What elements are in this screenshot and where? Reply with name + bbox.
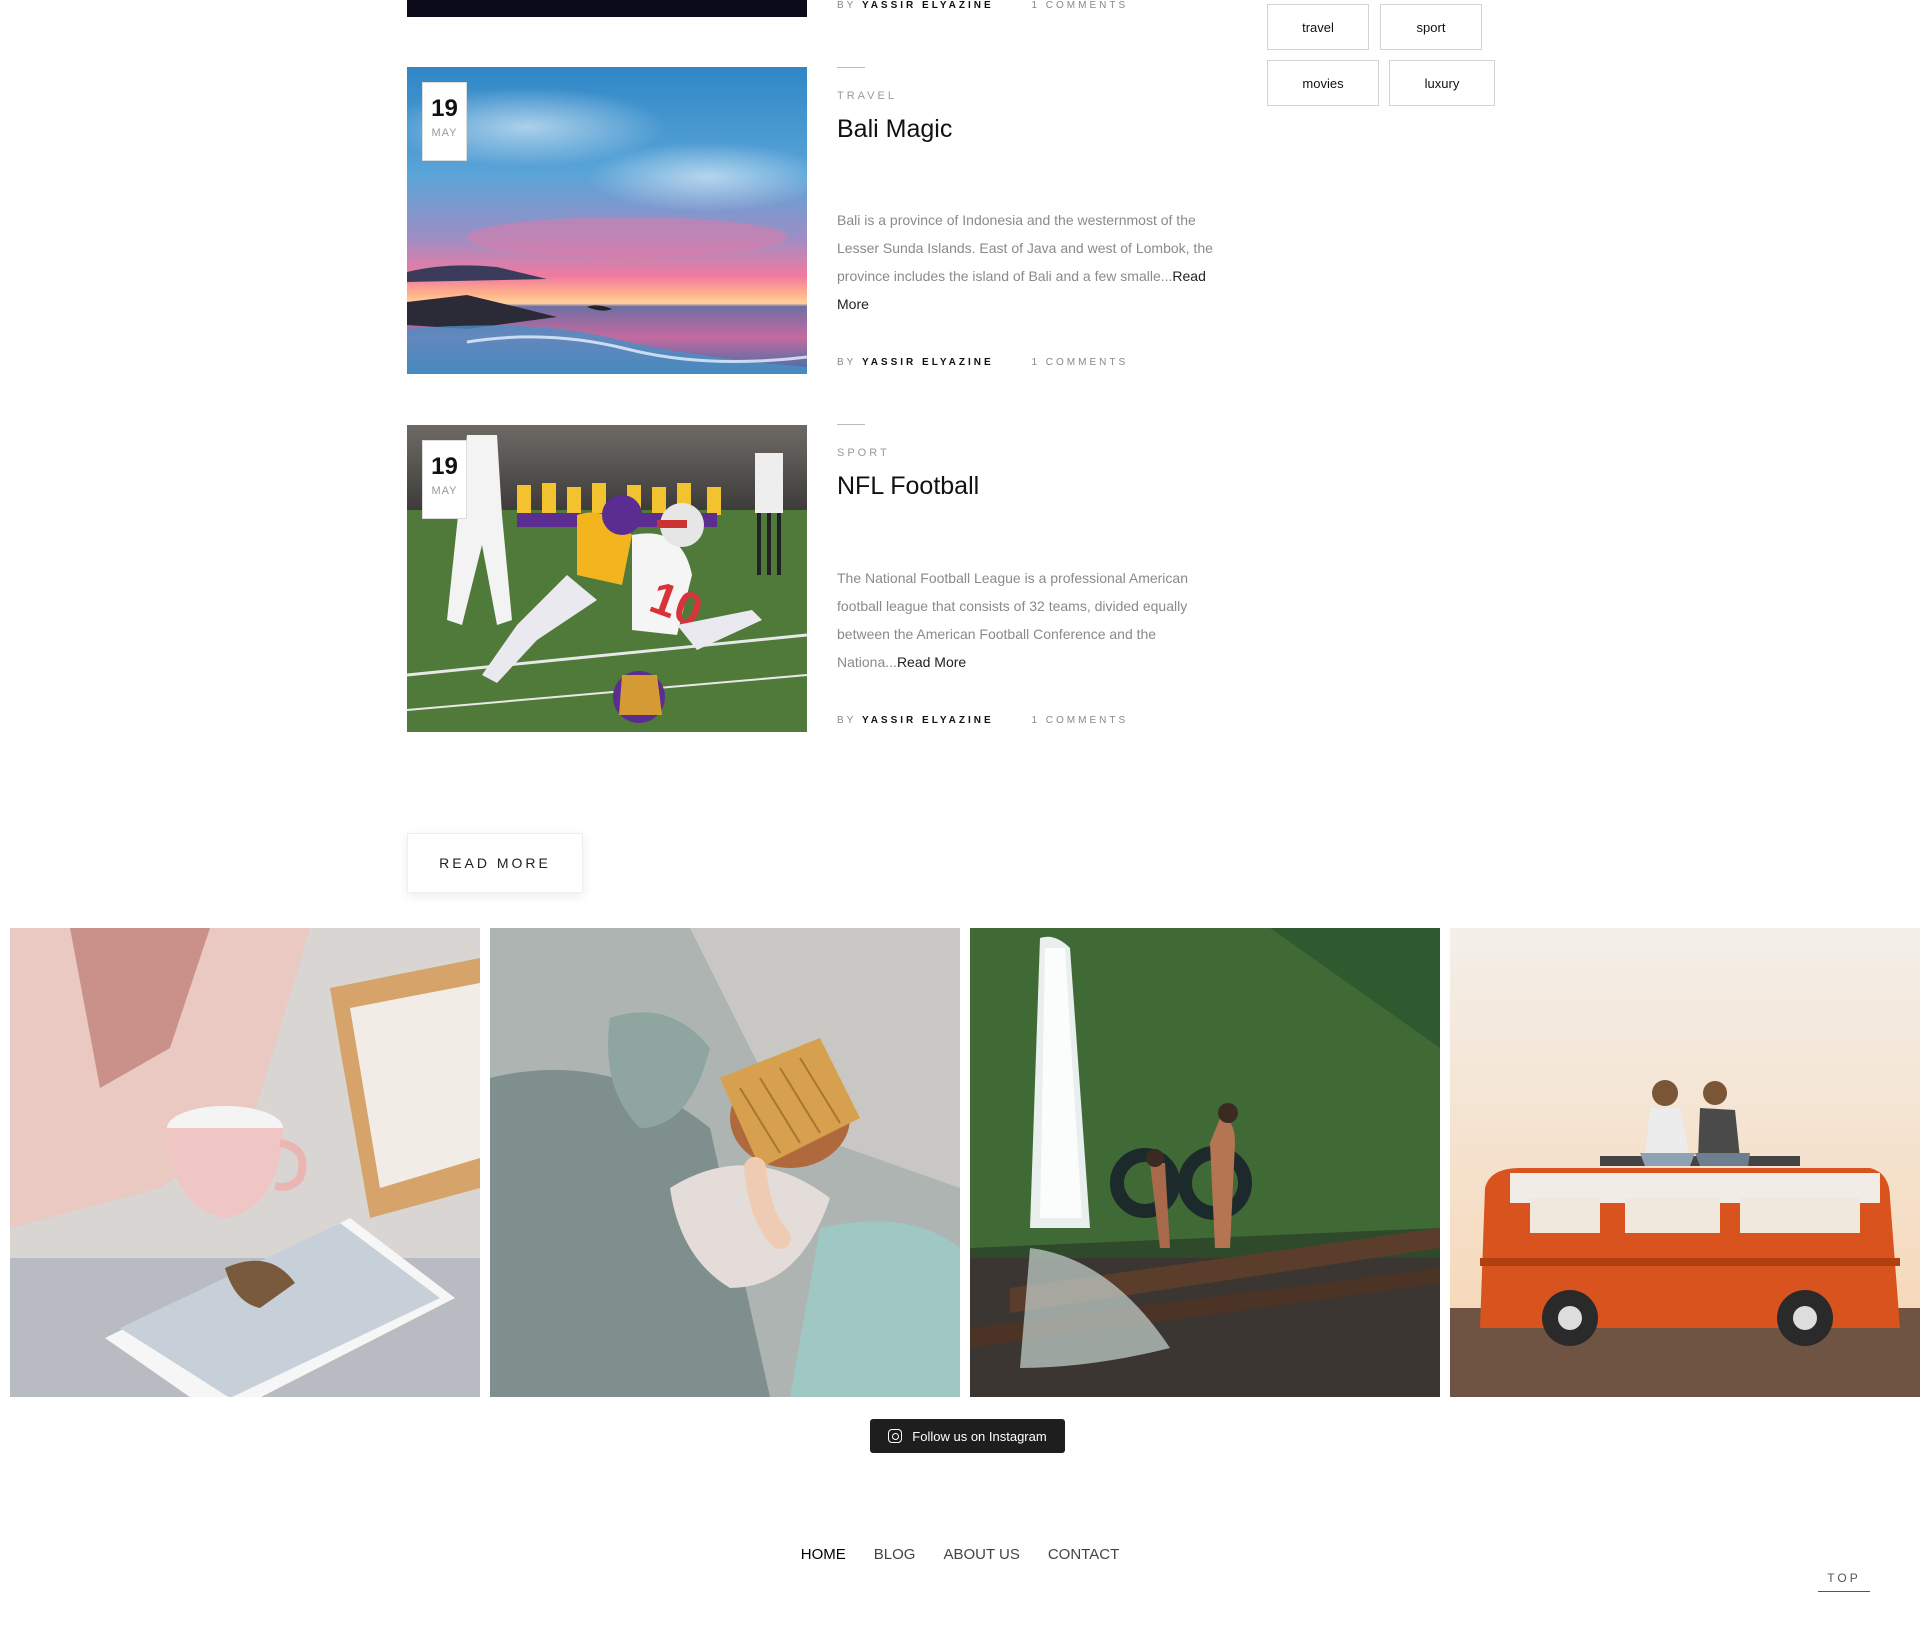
- instagram-photo-magazine[interactable]: [10, 928, 480, 1397]
- post-meta: BY YASSIR ELYAZINE 1 COMMENTS: [837, 357, 1128, 368]
- meta-comments[interactable]: 1 COMMENTS: [1031, 715, 1128, 726]
- post-excerpt-text: The National Football League is a profes…: [837, 570, 1188, 670]
- footer-nav-blog[interactable]: BLOG: [874, 1546, 916, 1563]
- meta-author[interactable]: YASSIR ELYAZINE: [862, 357, 994, 368]
- follow-instagram-label: Follow us on Instagram: [912, 1428, 1047, 1444]
- post-excerpt-text: Bali is a province of Indonesia and the …: [837, 212, 1213, 284]
- bali-sunset-image: [407, 67, 807, 374]
- waterfall-tubes-image: [970, 928, 1440, 1397]
- meta-comments[interactable]: 1 COMMENTS: [1031, 0, 1128, 11]
- previous-post-meta: BY YASSIR ELYAZINE 1 COMMENTS: [837, 0, 1128, 11]
- date-day: 19: [431, 95, 458, 122]
- tag-sport[interactable]: sport: [1380, 4, 1482, 50]
- post-category[interactable]: TRAVEL: [837, 90, 897, 102]
- meta-author[interactable]: YASSIR ELYAZINE: [862, 0, 994, 11]
- date-month: MAY: [431, 127, 458, 139]
- post-divider: [837, 424, 865, 425]
- post-excerpt: Bali is a province of Indonesia and the …: [837, 206, 1237, 318]
- follow-instagram-button[interactable]: Follow us on Instagram: [870, 1419, 1065, 1453]
- post-divider: [837, 67, 865, 68]
- post-category[interactable]: SPORT: [837, 447, 890, 459]
- instagram-photo-reading[interactable]: [490, 928, 960, 1397]
- tag-movies[interactable]: movies: [1267, 60, 1379, 106]
- post-image-bali[interactable]: 19 MAY: [407, 67, 807, 374]
- post-date-badge: 19 MAY: [422, 82, 467, 161]
- back-to-top-button[interactable]: TOP: [1818, 1571, 1870, 1592]
- post-title[interactable]: Bali Magic: [837, 115, 952, 144]
- orange-van-image: [1450, 928, 1920, 1397]
- tag-luxury[interactable]: luxury: [1389, 60, 1495, 106]
- meta-comments[interactable]: 1 COMMENTS: [1031, 357, 1128, 368]
- tag-travel[interactable]: travel: [1267, 4, 1369, 50]
- instagram-photo-waterfall[interactable]: [970, 928, 1440, 1397]
- previous-post-thumbnail[interactable]: [407, 0, 807, 17]
- meta-by: BY: [837, 0, 857, 11]
- meta-author[interactable]: YASSIR ELYAZINE: [862, 715, 994, 726]
- woman-reading-bed-image: [490, 928, 960, 1397]
- date-day: 19: [431, 453, 458, 480]
- meta-by: BY: [837, 715, 857, 726]
- football-tackle-image: 10: [407, 425, 807, 732]
- read-more-button[interactable]: READ MORE: [407, 833, 583, 893]
- footer-nav-home[interactable]: HOME: [801, 1546, 846, 1563]
- post-meta: BY YASSIR ELYAZINE 1 COMMENTS: [837, 715, 1128, 726]
- meta-by: BY: [837, 357, 857, 368]
- post-read-more-link[interactable]: Read More: [897, 654, 966, 670]
- post-title[interactable]: NFL Football: [837, 472, 979, 501]
- post-image-nfl[interactable]: 10 19 MAY: [407, 425, 807, 732]
- footer-nav-contact[interactable]: CONTACT: [1048, 1546, 1119, 1563]
- magazine-coffee-image: [10, 928, 480, 1397]
- footer-nav: HOME BLOG ABOUT US CONTACT: [0, 1546, 1920, 1563]
- footer-nav-about-us[interactable]: ABOUT US: [943, 1546, 1019, 1563]
- post-excerpt: The National Football League is a profes…: [837, 564, 1237, 676]
- instagram-icon: [888, 1429, 903, 1443]
- instagram-photo-van[interactable]: [1450, 928, 1920, 1397]
- date-month: MAY: [431, 485, 458, 497]
- post-date-badge: 19 MAY: [422, 440, 467, 519]
